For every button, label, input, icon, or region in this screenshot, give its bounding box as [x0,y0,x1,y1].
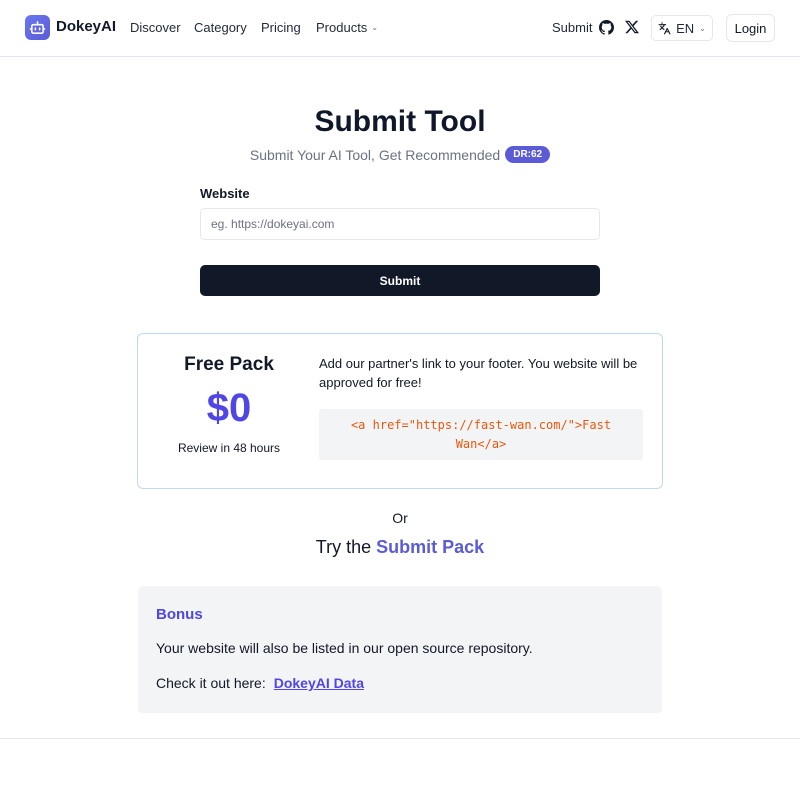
bonus-check-prefix: Check it out here: [156,675,266,691]
website-label: Website [200,186,250,201]
bonus-card: Bonus Your website will also be listed i… [138,586,662,713]
language-label: EN [676,20,695,36]
nav-submit[interactable]: Submit [552,20,592,35]
x-twitter-icon[interactable] [625,20,639,34]
dr-badge: DR:62 [505,146,551,163]
page-title: Submit Tool [314,105,486,138]
submit-button[interactable]: Submit [200,265,600,296]
try-prefix: Try the [315,537,372,557]
footer-divider [0,738,800,739]
chevron-down-icon: ⌄ [371,23,379,32]
pack-description: Add our partner's link to your footer. Y… [319,356,638,390]
subtitle-row: Submit Your AI Tool, Get Recommended DR:… [0,146,800,163]
try-submit-pack-row: Try the Submit Pack [0,537,800,558]
nav-discover[interactable]: Discover [130,20,181,35]
website-input[interactable] [200,208,600,240]
login-button[interactable]: Login [726,14,775,42]
github-icon[interactable] [599,20,614,35]
language-selector[interactable]: EN ⌄ [651,15,713,41]
bonus-text: Your website will also be listed in our … [156,640,533,656]
top-navbar: DokeyAI Discover Category Pricing Produc… [0,0,800,57]
nav-products-label: Products [316,20,368,35]
pack-name: Free Pack [184,354,274,375]
pack-price: $0 [206,386,252,430]
brand-name[interactable]: DokeyAI [56,18,116,35]
dokeyai-data-link[interactable]: DokeyAI Data [274,675,364,691]
bonus-check-row: Check it out here: DokeyAI Data [156,675,364,691]
free-pack-card: Free Pack $0 Review in 48 hours Add our … [137,333,663,489]
chevron-down-icon: ⌄ [699,23,706,33]
submit-pack-link[interactable]: Submit Pack [376,537,484,557]
nav-category[interactable]: Category [194,20,247,35]
pack-review-time: Review in 48 hours [177,441,281,455]
code-snippet[interactable]: <a href="https://fast-wan.com/">Fast Wan… [319,409,643,460]
bonus-title: Bonus [156,606,203,623]
robot-logo-icon[interactable] [25,15,50,40]
nav-products-dropdown[interactable]: Products ⌄ [316,20,378,35]
page-subtitle: Submit Your AI Tool, Get Recommended [249,146,501,163]
or-divider-text: Or [392,510,408,526]
translate-icon [658,22,671,34]
nav-pricing[interactable]: Pricing [261,20,301,35]
